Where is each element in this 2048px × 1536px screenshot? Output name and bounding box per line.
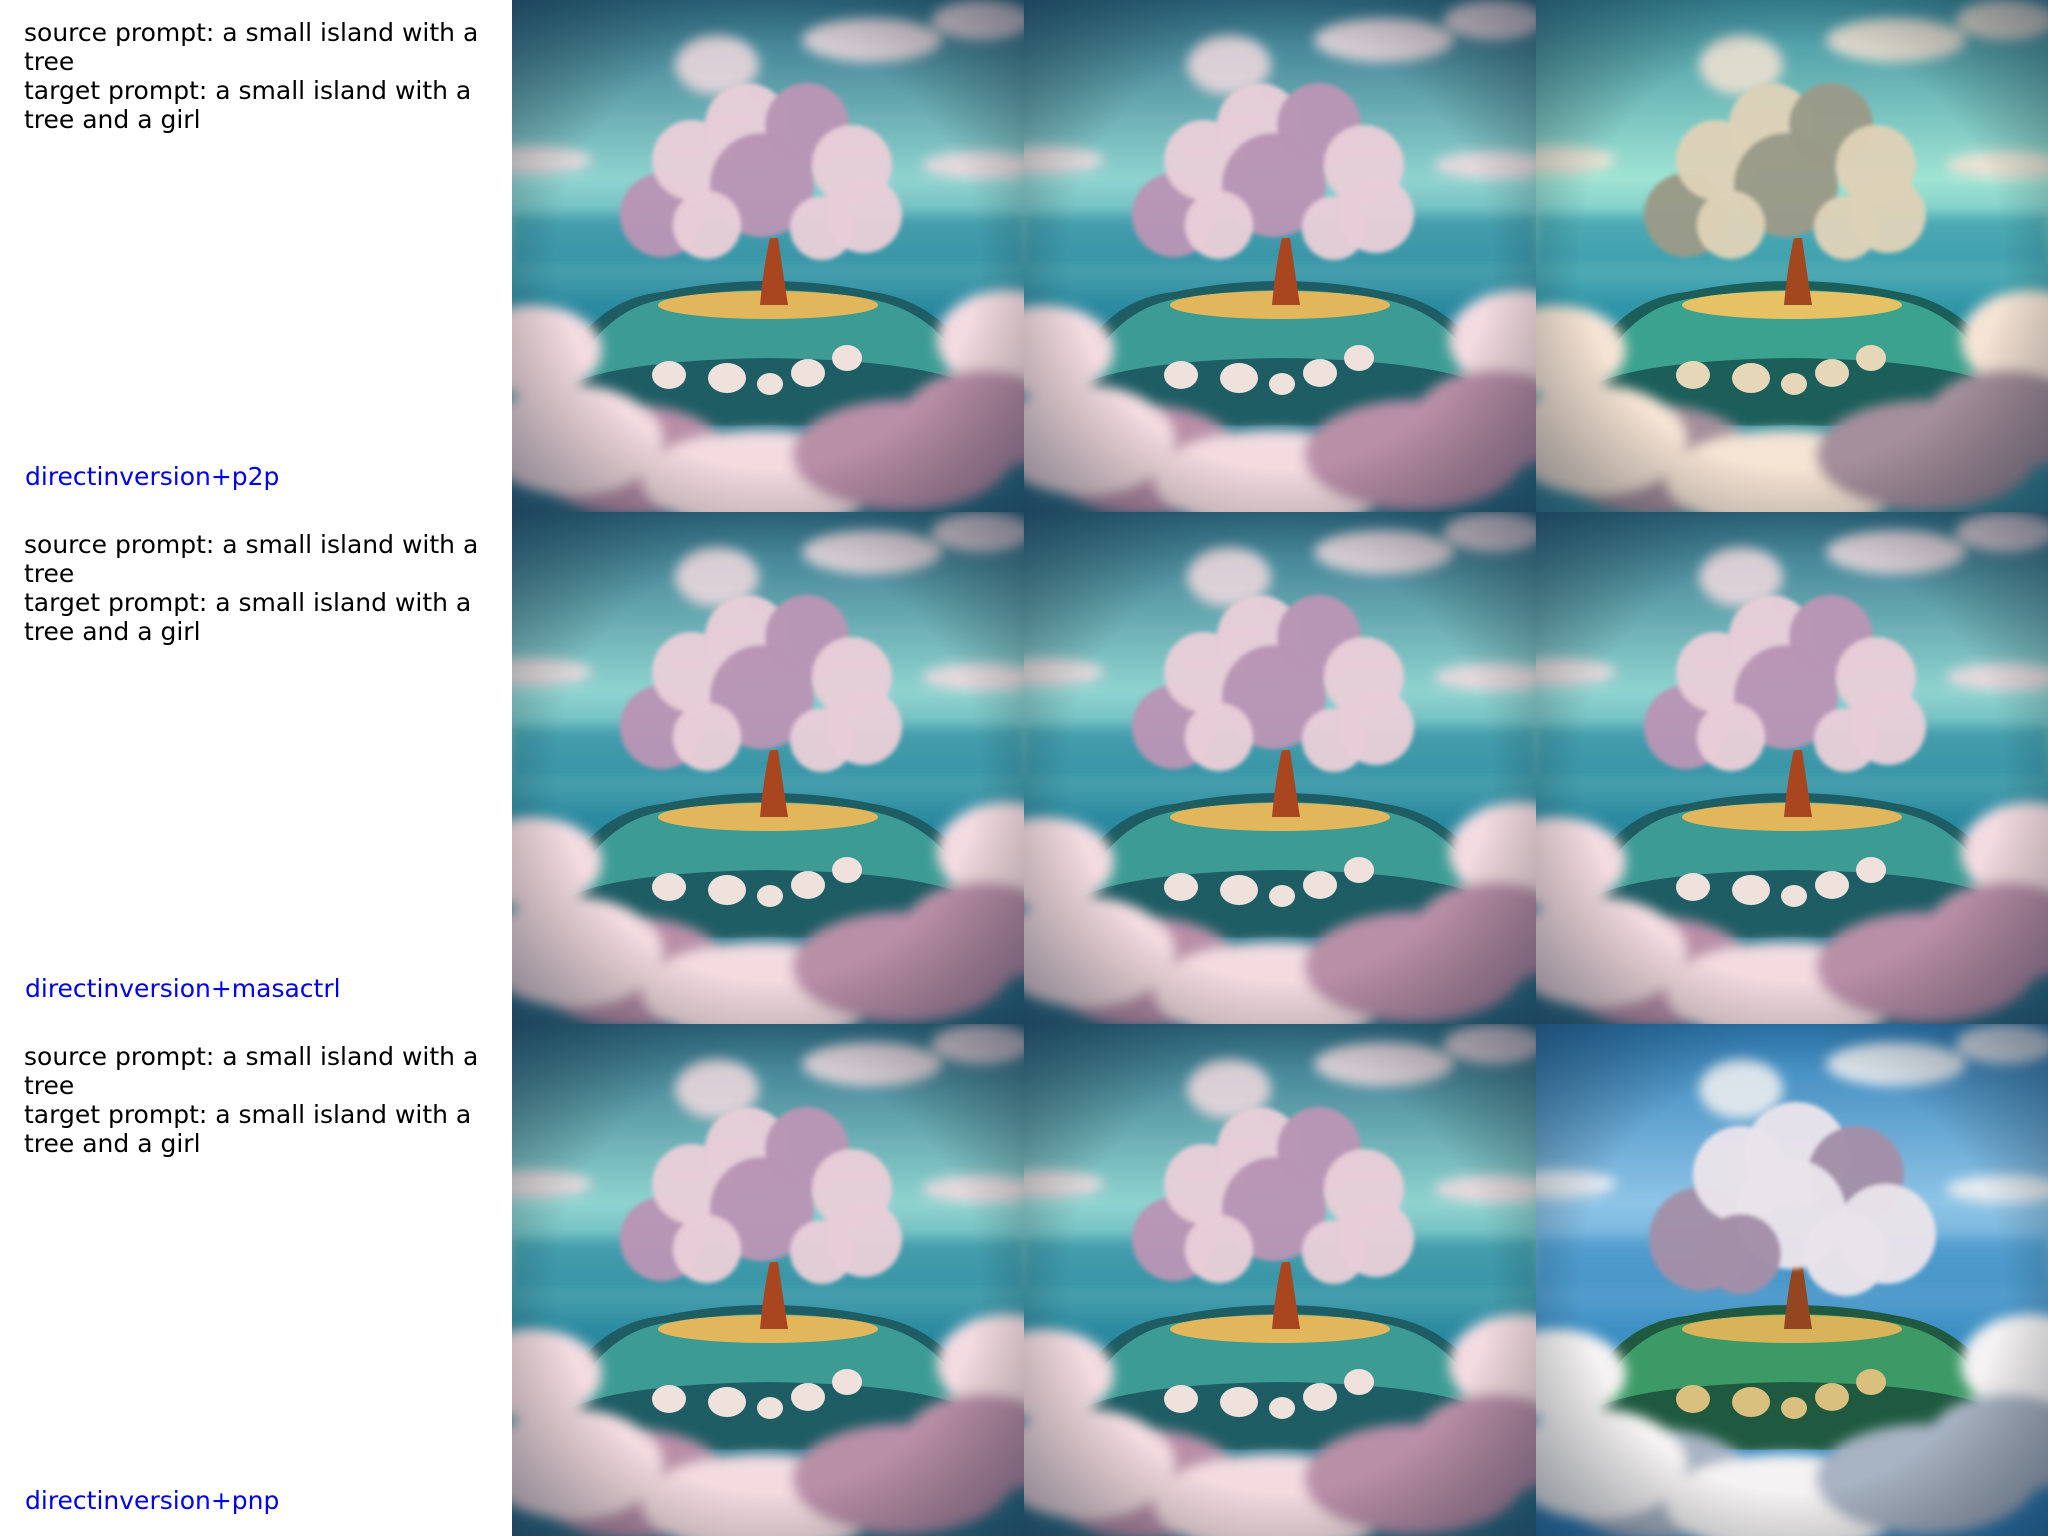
comparison-grid: source prompt: a small island with a tre… — [0, 0, 2048, 1536]
result-image — [512, 512, 1024, 1024]
caption-cell: source prompt: a small island with a tre… — [0, 1024, 512, 1536]
result-image — [1536, 512, 2048, 1024]
target-prompt-text: target prompt: a small island with a tre… — [24, 588, 472, 646]
result-image — [1536, 0, 2048, 512]
result-image — [1024, 1024, 1536, 1536]
prompt-caption: source prompt: a small island with a tre… — [24, 530, 494, 646]
source-prompt-text: source prompt: a small island with a tre… — [24, 1042, 479, 1100]
method-label: directinversion+p2p — [25, 462, 280, 491]
target-prompt-text: target prompt: a small island with a tre… — [24, 76, 472, 134]
prompt-caption: source prompt: a small island with a tre… — [24, 1042, 494, 1158]
method-label: directinversion+masactrl — [25, 974, 341, 1003]
result-row-p2p: source prompt: a small island with a tre… — [0, 0, 2048, 512]
result-row-masactrl: source prompt: a small island with a tre… — [0, 512, 2048, 1024]
result-image — [1536, 1024, 2048, 1536]
result-image — [512, 0, 1024, 512]
result-image — [1024, 0, 1536, 512]
prompt-caption: source prompt: a small island with a tre… — [24, 18, 494, 134]
method-label: directinversion+pnp — [25, 1486, 280, 1515]
result-row-pnp: source prompt: a small island with a tre… — [0, 1024, 2048, 1536]
target-prompt-text: target prompt: a small island with a tre… — [24, 1100, 472, 1158]
result-image — [1024, 512, 1536, 1024]
source-prompt-text: source prompt: a small island with a tre… — [24, 18, 479, 76]
caption-cell: source prompt: a small island with a tre… — [0, 0, 512, 512]
result-image — [512, 1024, 1024, 1536]
caption-cell: source prompt: a small island with a tre… — [0, 512, 512, 1024]
source-prompt-text: source prompt: a small island with a tre… — [24, 530, 479, 588]
